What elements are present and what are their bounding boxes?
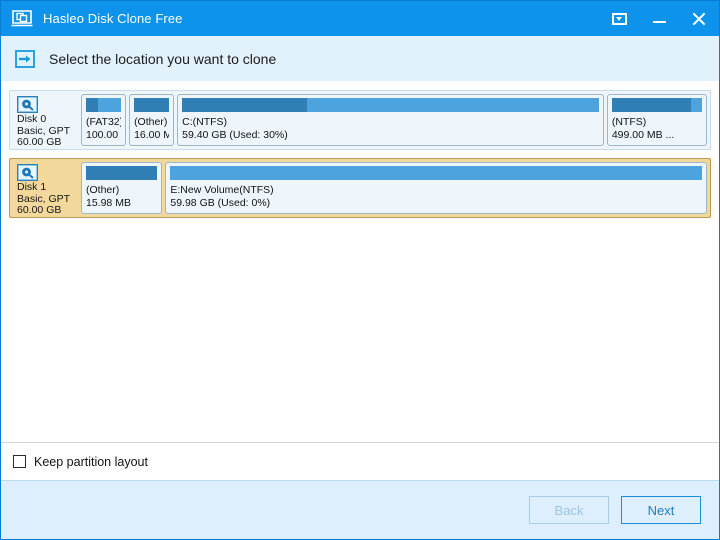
partition-usage-bar <box>86 166 157 180</box>
partition-list: (FAT32) 100.00 MB ... (Other) 16.00 MB C… <box>81 94 707 146</box>
disk-clone-app-icon <box>11 10 33 28</box>
keep-partition-layout-label[interactable]: Keep partition layout <box>34 455 148 469</box>
partition-used-fill <box>612 98 691 112</box>
minimize-to-tray-icon <box>612 13 627 25</box>
disk-header: Disk 0 Basic, GPT 60.00 GB <box>13 94 81 146</box>
options-bar: Keep partition layout <box>1 442 719 480</box>
clone-target-icon <box>15 50 35 68</box>
minimize-button[interactable] <box>639 1 679 36</box>
title-bar: Hasleo Disk Clone Free <box>1 1 719 36</box>
disk-row[interactable]: Disk 0 Basic, GPT 60.00 GB (FAT32) 100.0… <box>9 90 711 150</box>
partition-item[interactable]: (FAT32) 100.00 MB ... <box>81 94 126 146</box>
partition-size: 59.98 GB (Used: 0%) <box>170 197 702 210</box>
minimize-icon <box>653 21 666 23</box>
partition-size: 59.40 GB (Used: 30%) <box>182 129 599 142</box>
partition-item[interactable]: (NTFS) 499.00 MB ... <box>607 94 707 146</box>
disk-name: Disk 1 <box>17 182 78 194</box>
partition-usage-bar <box>182 98 599 112</box>
partition-label: (NTFS) <box>612 116 702 129</box>
partition-usage-bar <box>612 98 702 112</box>
close-button[interactable] <box>679 1 719 36</box>
keep-partition-layout-checkbox[interactable] <box>13 455 26 468</box>
window-controls <box>599 1 719 36</box>
back-button[interactable]: Back <box>529 496 609 524</box>
partition-label: E:New Volume(NTFS) <box>170 184 702 197</box>
partition-item[interactable]: (Other) 16.00 MB <box>129 94 174 146</box>
partition-label: (FAT32) <box>86 116 121 129</box>
partition-label: (Other) <box>86 184 157 197</box>
hard-disk-icon <box>17 164 38 181</box>
partition-size: 499.00 MB ... <box>612 129 702 142</box>
disk-list: Disk 0 Basic, GPT 60.00 GB (FAT32) 100.0… <box>1 82 719 442</box>
disk-size: 60.00 GB <box>17 205 78 217</box>
partition-used-fill <box>86 166 157 180</box>
step-title: Select the location you want to clone <box>49 51 276 67</box>
next-button[interactable]: Next <box>621 496 701 524</box>
close-icon <box>691 11 707 27</box>
partition-used-fill <box>182 98 307 112</box>
minimize-to-tray-button[interactable] <box>599 1 639 36</box>
app-window: Hasleo Disk Clone Free Select the locati… <box>0 0 720 540</box>
disk-row[interactable]: Disk 1 Basic, GPT 60.00 GB (Other) 15.98… <box>9 158 711 218</box>
partition-size: 100.00 MB ... <box>86 129 121 142</box>
window-title: Hasleo Disk Clone Free <box>43 11 182 26</box>
partition-used-fill <box>86 98 98 112</box>
disk-size: 60.00 GB <box>17 137 78 149</box>
footer-bar: Back Next <box>1 480 719 539</box>
partition-used-fill <box>134 98 169 112</box>
partition-size: 16.00 MB <box>134 129 169 142</box>
disk-header: Disk 1 Basic, GPT 60.00 GB <box>13 162 81 214</box>
partition-usage-bar <box>170 166 702 180</box>
partition-label: (Other) <box>134 116 169 129</box>
step-header: Select the location you want to clone <box>1 36 719 82</box>
partition-list: (Other) 15.98 MB E:New Volume(NTFS) 59.9… <box>81 162 707 214</box>
partition-item[interactable]: C:(NTFS) 59.40 GB (Used: 30%) <box>177 94 604 146</box>
partition-size: 15.98 MB <box>86 197 157 210</box>
partition-label: C:(NTFS) <box>182 116 599 129</box>
hard-disk-icon <box>17 96 38 113</box>
partition-usage-bar <box>134 98 169 112</box>
partition-item[interactable]: E:New Volume(NTFS) 59.98 GB (Used: 0%) <box>165 162 707 214</box>
disk-name: Disk 0 <box>17 114 78 126</box>
partition-usage-bar <box>86 98 121 112</box>
partition-item[interactable]: (Other) 15.98 MB <box>81 162 162 214</box>
